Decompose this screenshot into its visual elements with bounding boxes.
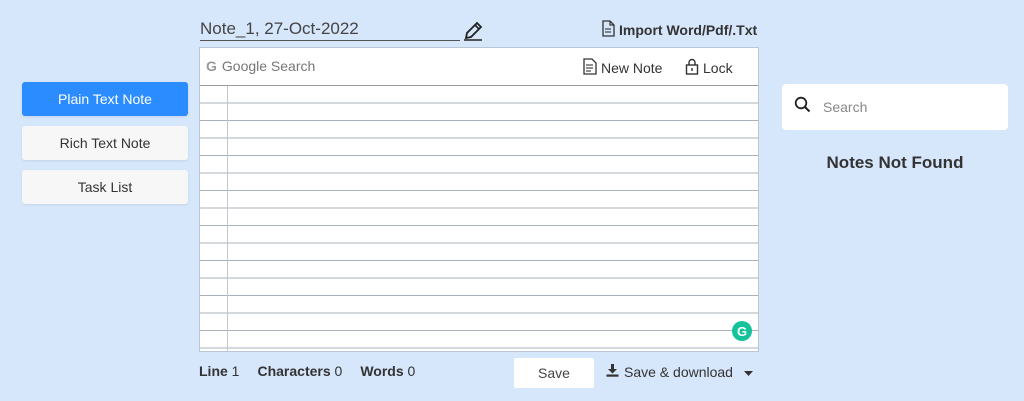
note-stats: Line 1 Characters 0 Words 0: [199, 363, 415, 379]
lock-label: Lock: [703, 60, 733, 76]
new-note-button[interactable]: New Note: [583, 58, 662, 78]
notes-search-box: [782, 84, 1008, 130]
save-button[interactable]: Save: [514, 358, 594, 388]
note-editor[interactable]: G Google Search New Note Lock G: [199, 47, 759, 352]
save-download-label: Save & download: [624, 363, 733, 380]
google-search-button[interactable]: G Google Search: [206, 58, 315, 74]
grammarly-icon[interactable]: G: [732, 321, 752, 341]
notes-not-found-message: Notes Not Found: [826, 153, 964, 172]
editor-toolbar: G Google Search New Note Lock: [200, 48, 758, 86]
line-count: Line 1: [199, 363, 239, 379]
characters-value: 0: [334, 363, 343, 379]
note-title-field[interactable]: Note_1, 27-Oct-2022: [200, 18, 460, 41]
plain-text-note-label: Plain Text Note: [58, 91, 152, 107]
lock-button[interactable]: Lock: [685, 58, 733, 78]
characters-label: Characters: [257, 363, 331, 379]
ruled-text-area[interactable]: [200, 86, 758, 351]
import-file-button[interactable]: Import Word/Pdf/.Txt: [600, 20, 757, 40]
google-search-label: Google Search: [221, 58, 316, 74]
line-value: 1: [231, 363, 240, 379]
character-count: Characters 0: [257, 363, 342, 379]
words-value: 0: [407, 363, 416, 379]
task-list-button[interactable]: Task List: [22, 170, 188, 204]
search-input[interactable]: [821, 98, 995, 116]
line-label: Line: [199, 363, 228, 379]
new-note-icon: [583, 58, 597, 78]
margin-line: [227, 86, 228, 351]
pencil-icon[interactable]: [462, 20, 484, 42]
google-icon: G: [206, 58, 217, 74]
rich-text-note-label: Rich Text Note: [59, 135, 151, 151]
save-download-button[interactable]: Save & download: [606, 363, 753, 380]
search-icon: [794, 96, 811, 118]
plain-text-note-button[interactable]: Plain Text Note: [22, 82, 188, 116]
caret-down-icon: [743, 364, 753, 380]
file-import-icon: [600, 20, 616, 40]
download-icon: [606, 363, 619, 380]
import-label: Import Word/Pdf/.Txt: [619, 22, 758, 38]
word-count: Words 0: [360, 363, 415, 379]
lock-icon: [685, 58, 699, 78]
rich-text-note-button[interactable]: Rich Text Note: [22, 126, 188, 160]
new-note-label: New Note: [601, 60, 663, 76]
task-list-label: Task List: [77, 179, 133, 195]
words-label: Words: [360, 363, 404, 379]
